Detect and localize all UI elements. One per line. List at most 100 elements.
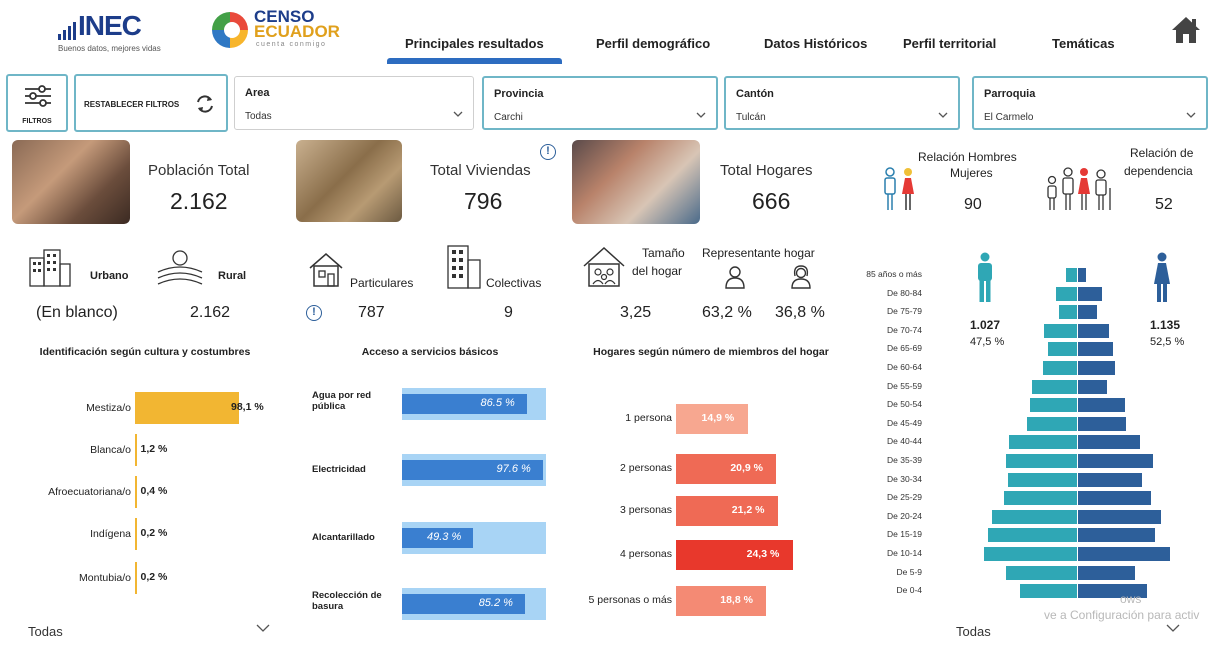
colectivas-value: 9 — [504, 304, 513, 321]
chevron-down-icon — [938, 112, 948, 118]
pyramid-female-bar — [1078, 547, 1170, 561]
pyramid-male-bar — [1059, 305, 1077, 320]
tab-principales-resultados[interactable]: Principales resultados — [387, 36, 562, 64]
cultura-label: Blanca/o — [90, 444, 131, 456]
pyramid-female-bar — [1078, 454, 1153, 468]
hombres-pct: 47,5 % — [970, 336, 1005, 348]
pyramid-age-label: 85 años o más — [866, 269, 922, 279]
windows-watermark-line2: ve a Configuración para activ — [1044, 608, 1200, 622]
cultura-value: 0,2 % — [140, 571, 168, 583]
tab-perfil-territorial[interactable]: Perfil territorial — [903, 36, 996, 51]
servicios-label-line2: basura — [312, 601, 344, 612]
pyramid-female-bar — [1078, 416, 1126, 431]
particulares-label: Particulares — [350, 276, 414, 290]
representante-label: Representante hogar — [702, 246, 815, 260]
rural-label: Rural — [218, 270, 247, 282]
female-figure-icon — [1154, 252, 1170, 302]
representante-hombre-value: 63,2 % — [702, 304, 752, 321]
parroquia-value: El Carmelo — [984, 112, 1034, 123]
reset-filters-label: RESTABLECER FILTROS — [84, 100, 180, 109]
dependencia-value: 52 — [1155, 196, 1173, 213]
pyramid-age-label: De 60-64 — [887, 362, 922, 372]
tamano-label-2: del hogar — [632, 264, 683, 278]
relacion-hm-label-2: Mujeres — [950, 166, 993, 180]
pyramid-age-label: De 5-9 — [896, 566, 922, 577]
pyramid-female-bar — [1078, 286, 1102, 301]
home-icon[interactable] — [1170, 14, 1202, 46]
inec-logo[interactable]: INEC Buenos datos, mejores vidas — [58, 10, 178, 53]
filtros-button[interactable]: FILTROS — [6, 74, 68, 132]
cultura-value: 98,1 % — [230, 401, 264, 413]
filtros-label: FILTROS — [22, 118, 52, 125]
pyramid-age-label: De 70-74 — [887, 324, 922, 335]
info-icon[interactable]: ! — [306, 305, 322, 321]
sliders-icon — [25, 85, 51, 107]
relacion-hm-label-1: Relación Hombres — [918, 150, 1017, 164]
chevron-down-icon[interactable] — [1166, 622, 1180, 634]
pyramid-male-bar — [1006, 454, 1077, 468]
viviendas-value: 796 — [464, 188, 503, 214]
cultura-value: 0,2 % — [140, 527, 168, 539]
cultura-value: 1,2 % — [140, 443, 168, 455]
censo-line2: ECUADOR — [254, 22, 340, 41]
male-figure-icon — [978, 252, 992, 302]
pyramid-female-bar — [1078, 491, 1151, 506]
censo-logo[interactable]: CENSO ECUADOR cuenta conmigo — [212, 8, 372, 52]
hogares-value: 666 — [752, 188, 791, 214]
parroquia-dropdown[interactable]: Parroquia El Carmelo — [972, 76, 1208, 130]
inec-logo-text: INEC — [78, 10, 142, 41]
family-icon — [1047, 167, 1111, 210]
cultura-label: Montubia/o — [79, 572, 131, 584]
tab-tematicas[interactable]: Temáticas — [1052, 36, 1115, 51]
provincia-dropdown[interactable]: Provincia Carchi — [482, 76, 718, 130]
chevron-down-icon[interactable] — [256, 622, 270, 634]
mujeres-pct: 52,5 % — [1150, 336, 1185, 348]
pyramid-male-bar — [1065, 268, 1077, 282]
pyramid-male-bar — [984, 547, 1077, 561]
poblacion-label: Población Total — [148, 162, 250, 179]
tab-perfil-demografico[interactable]: Perfil demográfico — [596, 36, 710, 51]
refresh-icon — [197, 95, 213, 113]
pyramid-male-bar — [1019, 584, 1077, 599]
servicios-label-line1: Recolección de — [312, 590, 382, 601]
pyramid-age-label: De 10-14 — [887, 548, 922, 558]
servicios-label-line1: Electricidad — [312, 464, 366, 475]
house-icon — [309, 253, 343, 287]
area-label: Area — [245, 87, 270, 99]
info-icon[interactable]: ! — [540, 144, 556, 160]
pyramid-male-bar — [1009, 435, 1077, 450]
urbano-value: (En blanco) — [36, 304, 118, 321]
cultura-filter-value[interactable]: Todas — [28, 624, 63, 639]
cultura-value: 0,4 % — [140, 485, 168, 497]
pyramid-age-label: De 65-69 — [887, 343, 922, 354]
reset-filters-button[interactable]: RESTABLECER FILTROS — [74, 74, 228, 132]
pyramid-age-label: De 0-4 — [896, 585, 922, 596]
family-home-icon — [583, 246, 625, 287]
pyramid-age-label: De 75-79 — [887, 306, 922, 317]
pyramid-male-bar — [1008, 472, 1077, 487]
miembros-title: Hogares según número de miembros del hog… — [593, 346, 829, 358]
tab-datos-historicos[interactable]: Datos Históricos — [764, 36, 867, 51]
pyramid-age-label: De 25-29 — [887, 492, 922, 503]
pyramid-male-bar — [1047, 342, 1077, 357]
dependencia-label-2: dependencia — [1124, 164, 1193, 178]
cultura-title: Identificación según cultura y costumbre… — [39, 346, 251, 358]
cultura-label: Indígena — [90, 528, 131, 540]
servicios-value: 49.3 % — [426, 531, 462, 543]
pyramid-age-label: De 40-44 — [887, 436, 922, 447]
servicios-value: 97.6 % — [496, 463, 531, 475]
provincia-value: Carchi — [494, 112, 523, 123]
miembros-value: 14,9 % — [701, 412, 735, 424]
canton-dropdown[interactable]: Cantón Tulcán — [724, 76, 960, 130]
piramide-filter-value[interactable]: Todas — [956, 624, 991, 639]
hombres-count: 1.027 — [970, 318, 1001, 332]
cultura-label: Afroecuatoriana/o — [48, 486, 131, 498]
particulares-value: 787 — [358, 304, 385, 321]
cultura-bar — [135, 518, 137, 550]
pyramid-female-bar — [1078, 268, 1087, 282]
pyramid-male-bar — [1004, 491, 1077, 506]
area-dropdown[interactable]: Area Todas — [234, 76, 474, 130]
miembros-value: 18,8 % — [720, 594, 753, 606]
hogares-label: Total Hogares — [720, 162, 813, 179]
cultura-bar — [135, 434, 137, 466]
